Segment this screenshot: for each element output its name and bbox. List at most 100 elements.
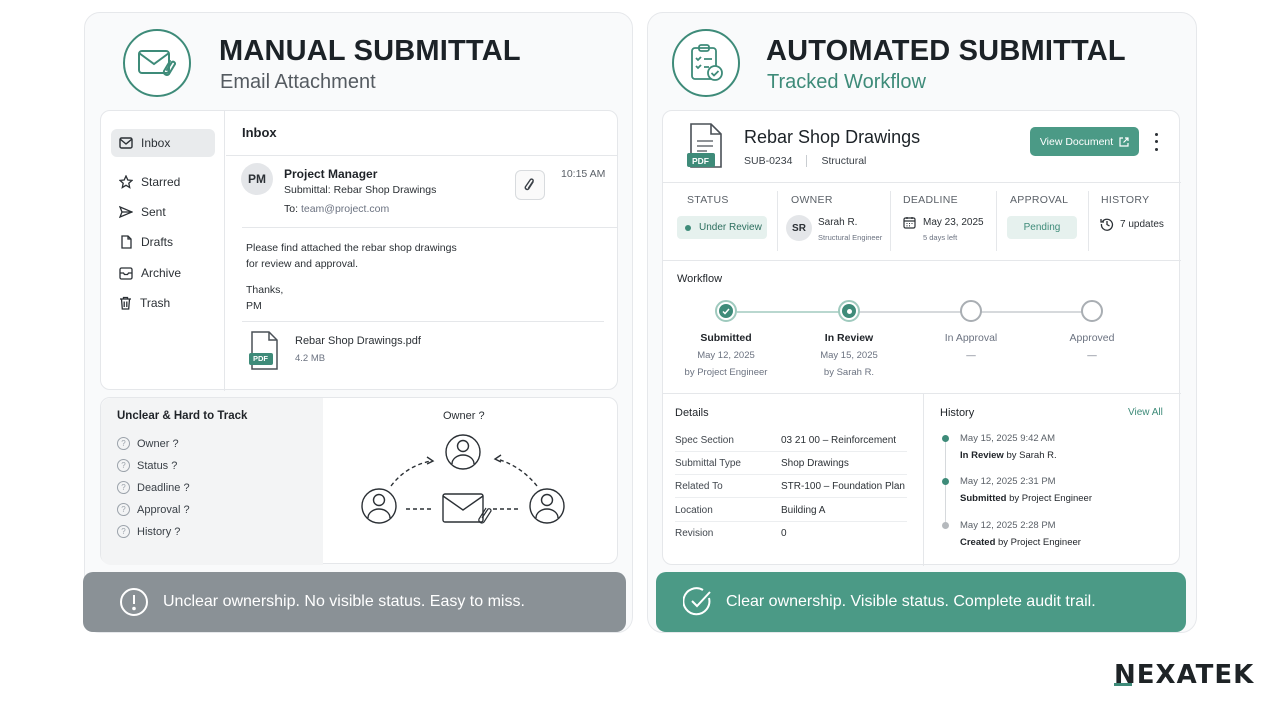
view-document-button[interactable]: View Document [1030,127,1139,156]
sidebar-item-inbox[interactable]: Inbox [111,129,215,157]
email-client: Inbox Starred Sent Drafts Archive Trash [100,110,618,391]
detail-row: Submittal Type Shop Drawings [675,452,907,475]
manual-banner: Unclear ownership. No visible status. Ea… [83,572,626,632]
diagram-owner-label: Owner ? [443,410,485,422]
automated-subtitle: Tracked Workflow [767,71,926,93]
view-all-link[interactable]: View All [1128,407,1163,418]
detail-key: Submittal Type [675,457,741,469]
history-heading: History [940,407,975,419]
divider [996,191,997,251]
submittal-id: SUB-0234 [744,155,793,167]
attachment-size: 4.2 MB [295,353,326,364]
status-badge: Under Review [677,216,767,239]
detail-row: Revision 0 [675,522,907,545]
sidebar-item-label: Sent [141,205,166,219]
detail-key: Related To [675,480,723,492]
attachment-name: Rebar Shop Drawings.pdf [295,335,421,347]
attachment-button[interactable] [515,170,545,200]
unclear-ownership-diagram [361,434,565,524]
detail-value: Shop Drawings [781,457,849,469]
step-ring [838,300,860,322]
email-time: 10:15 AM [561,168,606,180]
document-title: Rebar Shop Drawings [744,127,921,147]
question-icon: ? [117,437,130,450]
calendar-icon [903,217,916,229]
manual-submittal-panel: MANUAL SUBMITTAL Email Attachment Inbox … [83,12,633,633]
email-recipient: To: team@project.com [284,203,389,215]
step-ring [960,300,982,322]
history-dot [942,522,949,529]
send-icon [119,205,133,219]
email-body: Please find attached the rebar shop draw… [246,240,457,314]
status-dot [685,224,691,231]
detail-key: Location [675,504,713,516]
step-label: In Approval [944,332,998,344]
owner-role: Structural Engineer [818,233,883,242]
pdf-badge: PDF [692,156,709,166]
step-date: — [1087,350,1097,361]
paperclip-icon [524,178,534,191]
detail-row: Related To STR-100 – Foundation Plan [675,475,907,498]
brand-accent [1114,683,1132,686]
deadline-remaining: 5 days left [923,233,958,242]
manual-banner-text: Unclear ownership. No visible status. Ea… [163,593,525,610]
detail-value: 0 [781,528,787,539]
sidebar-item-trash[interactable]: Trash [111,289,215,317]
detail-key: Spec Section [675,434,734,446]
sidebar-item-label: Archive [141,266,182,280]
email-attachment-icon [123,29,191,97]
email-sender: Project Manager [284,167,378,181]
history-event-actor: by Sarah R. [1003,450,1057,461]
current-step-icon [842,304,856,318]
divider [806,155,808,167]
history-count[interactable]: 7 updates [1100,217,1164,231]
detail-value: STR-100 – Foundation Plan [781,480,905,492]
history-event: Submitted by Project Engineer [960,493,1092,504]
step-label: Approved [1069,332,1115,344]
workflow-heading: Workflow [677,273,723,285]
history-event-actor: by Project Engineer [995,537,1081,548]
step-date: — [966,350,976,361]
sidebar-item-archive[interactable]: Archive [111,259,215,287]
unclear-item-label: Deadline ? [137,481,190,494]
step-ring [715,300,737,322]
history-event-type: Created [960,537,996,548]
history-time: May 12, 2025 2:31 PM [960,476,1056,487]
sidebar-item-drafts[interactable]: Drafts [111,228,215,256]
unclear-item-label: Status ? [137,459,178,472]
history-dot [942,435,949,442]
inbox-icon [119,137,133,149]
manual-subtitle: Email Attachment [220,71,376,93]
person-icon [445,434,481,470]
unclear-item-deadline: ? Deadline ? [117,481,190,494]
step-label: Submitted [700,332,752,344]
divider [226,155,618,156]
history-count-label: 7 updates [1120,218,1164,230]
trash-icon [120,296,131,310]
owner-header: OWNER [791,194,833,206]
history-dot [942,478,949,485]
step-ring [1081,300,1103,322]
question-icon: ? [117,459,130,472]
step-actor: by Sarah R. [823,367,875,378]
unclear-item-label: History ? [137,525,181,538]
unclear-item-label: Approval ? [137,503,190,516]
status-value: Under Review [699,222,762,233]
divider [890,191,891,251]
detail-value: Building A [781,504,826,516]
star-icon [119,175,133,189]
pdf-badge: PDF [253,354,268,363]
history-clock-icon [1100,218,1114,231]
more-options-icon[interactable] [1149,131,1163,153]
brand-logo: NEXATEK [1114,660,1254,690]
sidebar-item-starred[interactable]: Starred [111,168,215,196]
envelope-icon [442,493,492,524]
approval-badge: Pending [1007,216,1077,239]
history-event-actor: by Project Engineer [1006,493,1092,504]
sidebar-item-sent[interactable]: Sent [111,198,215,226]
manual-title: MANUAL SUBMITTAL [219,35,521,67]
step-date: May 12, 2025 [697,350,755,361]
check-icon [719,304,733,318]
deadline-header: DEADLINE [903,194,958,206]
body-line: Thanks, [246,284,284,296]
